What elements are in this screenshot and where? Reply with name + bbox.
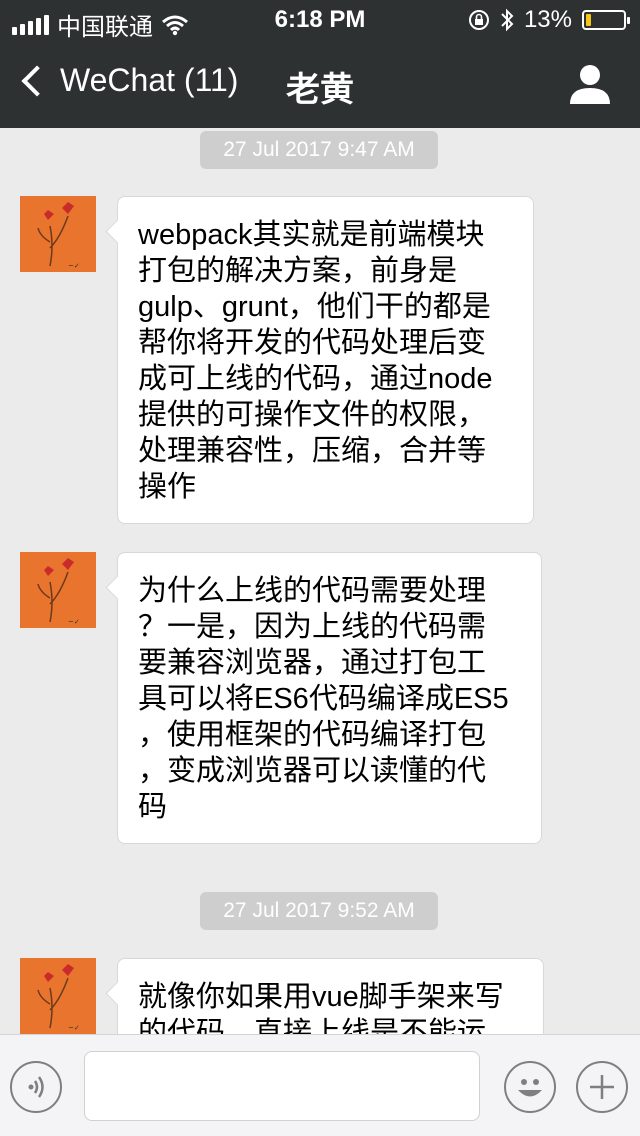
message-line: webpack其实就是前端模块 [138, 219, 485, 251]
message-line: 帮你将开发的代码处理后变 [138, 327, 487, 359]
message-line: 处理兼容性，压缩，合并等 [138, 435, 487, 467]
message-bubble[interactable]: 就像你如果用vue脚手架来写 的代码，直接上线是不能运 [117, 958, 544, 1034]
bluetooth-icon [501, 8, 514, 32]
emoji-button[interactable] [504, 1061, 556, 1113]
message-line: ？一是，因为上线的代码需 [138, 611, 487, 643]
orientation-lock-icon [468, 10, 489, 30]
message-line: 就像你如果用vue脚手架来写 [138, 981, 504, 1013]
battery-icon [582, 10, 630, 30]
timestamp: 27 Jul 2017 9:47 AM [200, 131, 438, 169]
input-bar [0, 1034, 640, 1136]
message-line: ，使用框架的代码编译打包 [138, 719, 487, 751]
avatar[interactable]: ~✓ [20, 958, 96, 1034]
add-button[interactable] [576, 1061, 628, 1113]
plus-icon [590, 1075, 614, 1099]
message-bubble[interactable]: 为什么上线的代码需要处理 ？一是，因为上线的代码需 要兼容浏览器，通过打包工 具… [117, 552, 542, 844]
message-line: 打包的解决方案，前身是 [138, 255, 458, 287]
battery-fill [586, 14, 591, 26]
timestamp: 27 Jul 2017 9:52 AM [200, 892, 438, 930]
flower-avatar-image: ~✓ [20, 958, 96, 1034]
voice-icon [28, 1076, 44, 1098]
svg-text:~✓: ~✓ [68, 618, 80, 626]
message-line: gulp、grunt，他们干的都是 [138, 291, 491, 323]
chat-area[interactable]: 27 Jul 2017 9:47 AM ~✓ webpack其实就是前端模块 打… [0, 128, 640, 1034]
message-bubble[interactable]: webpack其实就是前端模块 打包的解决方案，前身是 gulp、grunt，他… [117, 196, 534, 524]
message-input[interactable] [84, 1051, 480, 1121]
status-bar: 中国联通 6:18 PM 13% [0, 0, 640, 41]
avatar[interactable]: ~✓ [20, 196, 96, 272]
nav-bar: WeChat (11) 老黄 [0, 40, 640, 128]
battery-percent: 13% [523, 6, 572, 33]
message-line: 要兼容浏览器，通过打包工 [138, 647, 487, 679]
message-line: 码 [138, 791, 168, 823]
person-icon[interactable] [568, 62, 612, 106]
chat-title: 老黄 [286, 71, 354, 109]
message-line: 具可以将ES6代码编译成ES5 [138, 683, 509, 715]
emoji-icon [518, 1079, 542, 1097]
message-line: 成可上线的代码，通过node [138, 363, 493, 395]
message-line: ，变成浏览器可以读懂的代 [138, 755, 487, 787]
message-line: 操作 [138, 471, 197, 503]
avatar[interactable]: ~✓ [20, 552, 96, 628]
message-line: 为什么上线的代码需要处理 [138, 575, 487, 607]
flower-avatar-image: ~✓ [20, 552, 96, 628]
voice-button[interactable] [10, 1061, 62, 1113]
top-bar: 中国联通 6:18 PM 13% WeChat (11) 老黄 [0, 0, 640, 128]
svg-text:~✓: ~✓ [68, 1024, 80, 1032]
flower-avatar-image: ~✓ [20, 196, 96, 272]
message-line: 提供的可操作文件的权限， [138, 399, 487, 431]
svg-text:~✓: ~✓ [68, 262, 80, 270]
message-line: 的代码，直接上线是不能运 [138, 1017, 487, 1034]
